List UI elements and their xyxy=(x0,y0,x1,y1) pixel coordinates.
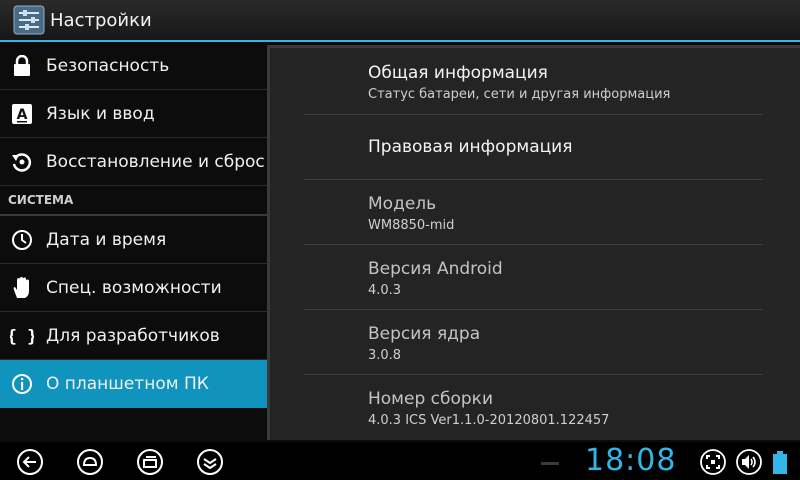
sidebar-item-date-time[interactable]: Дата и время xyxy=(0,216,267,264)
battery-icon xyxy=(773,451,787,474)
pref-model: Модель WM8850-mid xyxy=(304,180,763,245)
pref-summary: Статус батареи, сети и другая информация xyxy=(368,87,671,102)
pref-build-number[interactable]: Номер сборки 4.0.3 ICS Ver1.1.0-20120801… xyxy=(304,375,763,440)
pref-summary: 4.0.3 xyxy=(368,283,402,298)
pref-title: Модель xyxy=(368,194,437,214)
sidebar-item-backup-reset[interactable]: Восстановление и сброс xyxy=(0,138,267,186)
clock-icon xyxy=(10,228,34,252)
volume-icon[interactable] xyxy=(736,449,762,475)
settings-sidebar: Безопасность A Язык и ввод Восстановлени… xyxy=(0,42,267,442)
pref-title: Версия Android xyxy=(368,259,503,279)
about-detail-pane: Общая информация Статус батареи, сети и … xyxy=(267,45,800,440)
hand-icon xyxy=(10,276,34,300)
sidebar-item-label: Язык и ввод xyxy=(46,103,155,124)
restore-icon xyxy=(10,150,34,174)
lock-icon xyxy=(10,54,34,78)
pref-kernel-version: Версия ядра 3.0.8 xyxy=(304,310,763,375)
keyboard-a-icon: A xyxy=(10,102,34,126)
pref-title: Правовая информация xyxy=(368,137,573,157)
pref-status[interactable]: Общая информация Статус батареи, сети и … xyxy=(304,48,763,115)
menu-icon[interactable] xyxy=(196,448,224,476)
status-divider xyxy=(541,462,559,465)
braces-icon: { } xyxy=(10,324,34,348)
action-bar: Настройки xyxy=(0,0,800,42)
home-icon[interactable] xyxy=(76,448,104,476)
sidebar-item-accessibility[interactable]: Спец. возможности xyxy=(0,264,267,312)
screenshot-icon[interactable] xyxy=(700,449,726,475)
clock[interactable]: 18:08 xyxy=(585,444,676,478)
sidebar-item-label: Спец. возможности xyxy=(46,277,222,298)
sidebar-item-label: Дата и время xyxy=(46,229,167,250)
svg-text:A: A xyxy=(17,107,28,123)
page-title: Настройки xyxy=(50,9,152,31)
sidebar-item-language-input[interactable]: A Язык и ввод xyxy=(0,90,267,138)
sidebar-item-label: Для разработчиков xyxy=(46,325,220,346)
pref-summary: 4.0.3 ICS Ver1.1.0-20120801.122457 xyxy=(368,413,610,428)
info-icon xyxy=(10,372,34,396)
pref-title: Версия ядра xyxy=(368,324,481,344)
back-icon[interactable] xyxy=(16,448,44,476)
sidebar-item-label: Восстановление и сброс xyxy=(46,151,265,172)
settings-app-icon[interactable] xyxy=(12,3,46,37)
sidebar-item-security[interactable]: Безопасность xyxy=(0,42,267,90)
section-header-system: СИСТЕМА xyxy=(0,186,267,216)
pref-summary: 3.0.8 xyxy=(368,348,402,363)
sidebar-item-label: Безопасность xyxy=(46,55,170,76)
pref-summary: WM8850-mid xyxy=(368,218,455,233)
pref-android-version[interactable]: Версия Android 4.0.3 xyxy=(304,245,763,310)
svg-text:{ }: { } xyxy=(10,327,34,347)
system-bar: 18:08 xyxy=(0,442,800,480)
sidebar-item-developer-options[interactable]: { } Для разработчиков xyxy=(0,312,267,360)
pref-title: Общая информация xyxy=(368,63,548,83)
pref-legal-info[interactable]: Правовая информация xyxy=(304,115,763,180)
pref-title: Номер сборки xyxy=(368,389,494,409)
recents-icon[interactable] xyxy=(136,448,164,476)
sidebar-item-label: О планшетном ПК xyxy=(46,373,209,394)
sidebar-item-about-tablet[interactable]: О планшетном ПК xyxy=(0,360,267,408)
